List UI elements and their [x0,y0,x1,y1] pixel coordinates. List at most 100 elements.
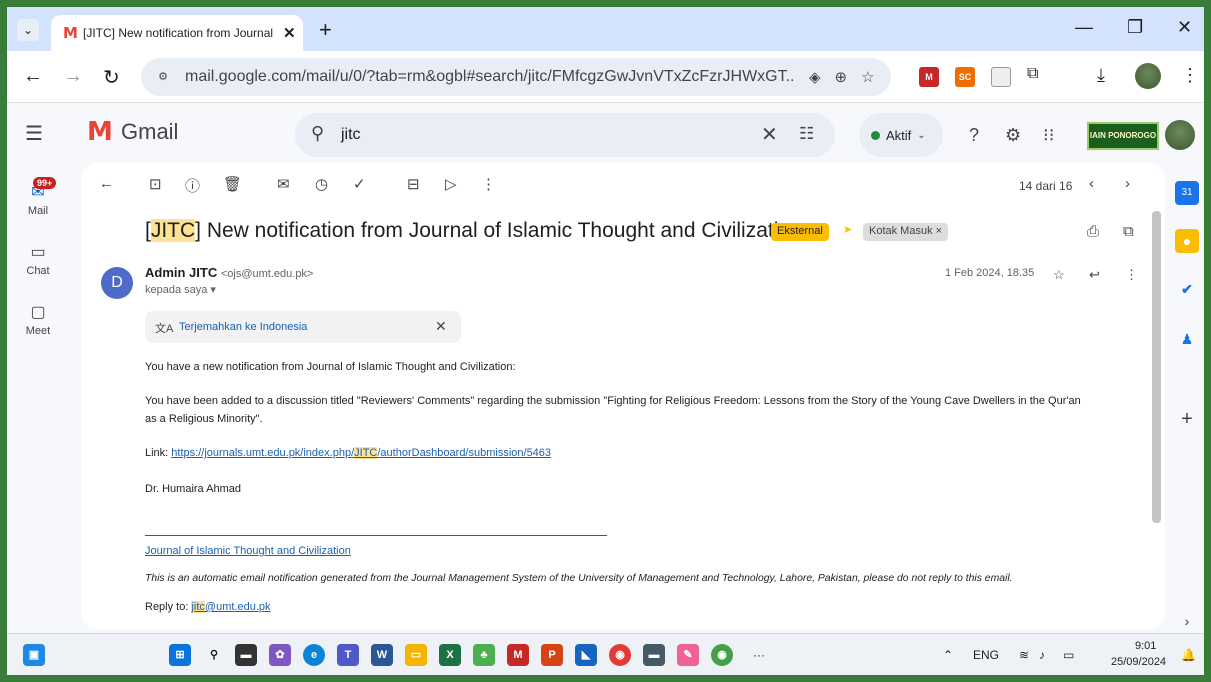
start-icon[interactable]: ⊞ [169,644,191,666]
tab-close-icon[interactable]: ✕ [283,24,296,42]
reply-to-email-link[interactable]: jitc@umt.edu.pk [191,601,271,613]
report-spam-icon[interactable]: ⓘ [185,175,200,196]
nav-meet[interactable]: ▢ Meet [7,301,69,337]
account-avatar[interactable] [1165,120,1195,150]
inbox-label-tag[interactable]: Kotak Masuk × [863,223,949,241]
mendeley-icon[interactable]: M [507,644,529,666]
extensions-puzzle-icon[interactable]: ⧉ [1027,65,1038,83]
tasks-icon[interactable]: ✔ [1175,277,1199,301]
reply-highlight[interactable]: jitc [191,601,205,613]
tab-list-dropdown-icon[interactable]: ⌄ [17,19,39,41]
back-to-list-icon[interactable]: ← [99,175,114,192]
url-text[interactable]: mail.google.com/mail/u/0/?tab=rm&ogbl#se… [185,68,795,86]
more-options-icon[interactable]: ⋮ [481,175,496,193]
chrome-icon[interactable]: ◉ [609,644,631,666]
browser-menu-icon[interactable]: ⋮ [1181,65,1199,86]
add-task-icon[interactable]: ✓ [353,175,366,193]
download-icon[interactable]: ⤓ [1097,65,1105,86]
address-bar[interactable]: ⚙ mail.google.com/mail/u/0/?tab=rm&ogbl#… [141,58,891,96]
translate-close-icon[interactable]: ✕ [435,318,447,335]
battery-icon[interactable]: ▭ [1063,648,1074,662]
app-tool-icon[interactable]: ✎ [677,644,699,666]
extension-sc-icon[interactable]: SC [955,67,975,87]
importance-marker-icon[interactable]: ➤ [843,223,852,236]
search-input[interactable]: jitc [341,126,361,144]
label-icon[interactable]: ▷ [445,175,457,193]
keep-icon[interactable]: ● [1175,229,1199,253]
site-info-icon[interactable]: ⚙ [153,67,173,87]
powerpoint-icon[interactable]: P [541,644,563,666]
search-taskbar-icon[interactable]: ⚲ [203,644,225,666]
calendar-icon[interactable]: 31 [1175,181,1199,205]
zoom-icon[interactable]: ⊕ [835,68,848,86]
app-leaf-icon[interactable]: ♣ [473,644,495,666]
open-new-window-icon[interactable]: ⧉ [1123,223,1134,240]
main-menu-icon[interactable]: ☰ [25,121,43,146]
print-icon[interactable]: ⎙ [1087,223,1099,240]
snooze-icon[interactable]: ◷ [315,175,328,193]
task-view-icon[interactable]: ▬ [235,644,257,666]
journal-link[interactable]: Journal of Islamic Thought and Civilizat… [145,545,351,557]
translate-link[interactable]: Terjemahkan ke Indonesia [179,321,307,333]
app-window-icon[interactable]: ▬ [643,644,665,666]
email-scrollbar[interactable] [1152,211,1161,523]
settings-gear-icon[interactable]: ⚙ [1005,125,1021,146]
excel-icon[interactable]: X [439,644,461,666]
profile-avatar[interactable] [1135,63,1161,89]
message-more-icon[interactable]: ⋮ [1125,267,1138,283]
copilot-icon[interactable]: ✿ [269,644,291,666]
nav-chat[interactable]: ▭ Chat [7,241,69,277]
clear-search-icon[interactable]: ✕ [761,122,778,147]
journal-footer-link[interactable]: Journal of Islamic Thought and Civilizat… [145,543,351,559]
gmail-logo[interactable]: M Gmail [87,117,178,147]
bookmark-star-icon[interactable]: ☆ [861,68,874,86]
search-icon[interactable]: ⚲ [311,123,324,144]
archive-icon[interactable]: ⊡ [149,175,162,193]
clock-date[interactable]: 25/09/2024 [1111,656,1166,668]
volume-icon[interactable]: ♪ [1039,648,1045,662]
close-window-button[interactable]: ✕ [1177,17,1192,38]
star-icon[interactable]: ☆ [1053,267,1065,283]
lens-icon[interactable]: ◈ [809,68,821,86]
more-apps-icon[interactable]: ··· [753,648,765,662]
extension-doc-icon[interactable] [991,67,1011,87]
link-part-2[interactable]: /authorDashboard/submission/5463 [377,447,551,459]
link-part-1[interactable]: https://journals.umt.edu.pk/index.php/ [171,447,354,459]
sender-avatar[interactable]: D [101,267,133,299]
clock-time[interactable]: 9:01 [1135,640,1156,652]
recipient-dropdown[interactable]: kepada saya ▾ [145,283,216,296]
move-to-icon[interactable]: ⊟ [407,175,420,193]
widgets-icon[interactable]: ▣ [23,644,45,666]
search-filter-icon[interactable]: ☷ [799,124,814,144]
status-dropdown[interactable]: Aktif ⌄ [859,113,943,157]
extension-m-icon[interactable]: M [919,67,939,87]
edge-icon[interactable]: e [303,644,325,666]
older-icon[interactable]: › [1125,175,1130,192]
reply-icon[interactable]: ↩ [1089,267,1100,283]
reply-domain[interactable]: @umt.edu.pk [205,601,271,613]
reload-icon[interactable]: ↻ [103,65,120,90]
org-logo[interactable]: IAIN PONOROGO [1087,122,1159,150]
wifi-icon[interactable]: ≋ [1019,648,1029,662]
file-explorer-icon[interactable]: ▭ [405,644,427,666]
language-indicator[interactable]: ENG [973,648,999,662]
app-snip-icon[interactable]: ◣ [575,644,597,666]
newer-icon[interactable]: ‹ [1089,175,1094,192]
delete-icon[interactable]: 🗑 [223,175,242,193]
browser-tab[interactable]: M [JITC] New notification from Journal o… [51,15,303,51]
back-icon[interactable]: ← [23,65,43,88]
forward-icon[interactable]: → [63,65,83,88]
search-bar[interactable]: ⚲ jitc ✕ ☷ [295,113,835,157]
sender-name[interactable]: Admin JITC [145,265,217,280]
help-icon[interactable]: ? [969,125,979,146]
teams-icon[interactable]: T [337,644,359,666]
nav-mail[interactable]: ✉ 99+ Mail [7,177,69,217]
notification-bell-icon[interactable]: 🔔 [1181,648,1196,662]
hide-side-panel-icon[interactable]: › [1175,609,1199,633]
chrome-profile-icon[interactable]: ◉ [711,644,733,666]
link-highlight[interactable]: JITC [354,447,378,459]
mark-unread-icon[interactable]: ✉ [277,175,290,193]
get-addons-icon[interactable]: + [1175,407,1199,431]
word-icon[interactable]: W [371,644,393,666]
tray-overflow-icon[interactable]: ⌃ [943,648,953,662]
